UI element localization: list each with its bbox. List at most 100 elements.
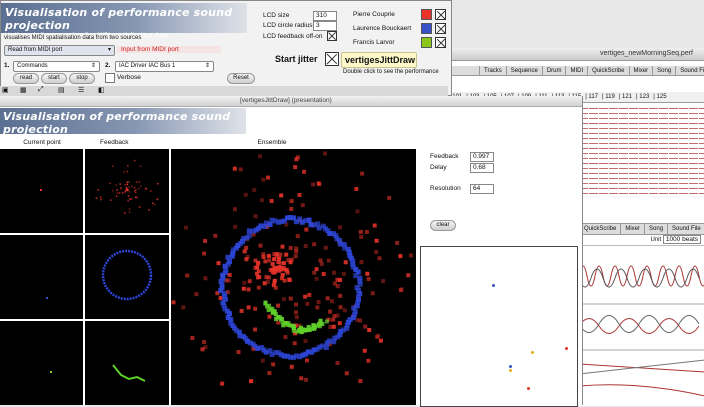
verbose-checkbox[interactable] <box>105 73 115 83</box>
resolution-param-field[interactable]: 64 <box>470 184 494 194</box>
control-banner-title: Visualisation of performance sound proje… <box>5 6 233 32</box>
performer-name-1: Pierre Couprie <box>353 11 395 18</box>
chevron-down-icon: ▾ <box>107 47 111 53</box>
daw-unit-bar: Unit 1000 beats <box>579 235 704 246</box>
ruler-tick: | 117 <box>585 94 598 100</box>
feedback-ring-blue <box>101 249 153 301</box>
lcd-radius-field[interactable]: 3 <box>313 21 337 31</box>
source-label: Input from MIDI port <box>117 46 221 53</box>
reset-button[interactable]: Reset <box>227 73 255 84</box>
daw-tab[interactable]: Drum <box>541 66 566 75</box>
ruler-tick: | 125 <box>653 94 667 100</box>
ruler-tick: | 119 <box>602 94 615 100</box>
daw-titlebar: vertiges_newMorningSeq.perf <box>449 48 704 61</box>
row1-number: 1. <box>4 62 10 69</box>
performer-color-3[interactable] <box>421 37 432 48</box>
presentation-titlebar: [vertigesJittDraw] (presentation) <box>0 96 582 107</box>
delay-param-label: Delay <box>430 164 447 171</box>
delay-param-field[interactable]: 0.68 <box>470 163 494 173</box>
row1-select-value: Commands <box>17 63 48 69</box>
feedback-panel-2 <box>85 235 169 319</box>
ruler-tick: | 123 <box>636 94 650 100</box>
feedback-panel-1 <box>85 149 169 233</box>
daw-title: vertiges_newMorningSeq.perf <box>600 50 693 57</box>
beats-field[interactable]: 1000 beats <box>662 235 701 244</box>
presentation-title: [vertigesJittDraw] (presentation) <box>240 97 332 104</box>
patch-name-button[interactable]: vertigesJittDraw <box>341 52 417 68</box>
col-current-label: Current point <box>23 139 61 146</box>
unit-label: Unit <box>650 237 662 243</box>
daw-region-grid <box>579 104 704 198</box>
patch-name: vertigesJittDraw <box>345 55 416 65</box>
performer-name-3: Francis Larvor <box>353 39 395 46</box>
feedback-param-label: Feedback <box>430 153 459 160</box>
daw-tab[interactable]: QuickScribe <box>587 66 628 75</box>
current-point-panel-2 <box>0 235 83 319</box>
performer-color-1[interactable] <box>421 9 432 20</box>
daw-lower-tab[interactable]: Sound File <box>667 224 704 234</box>
lcd-feedback-label: LCD feedback off-on <box>263 33 323 40</box>
row2-select[interactable]: IAC Driver IAC Bus 1 ⇕ <box>115 61 214 72</box>
control-description: visualises MIDI spatialisation data from… <box>4 35 142 41</box>
start-button[interactable]: start <box>41 73 67 84</box>
ensemble-panel <box>171 149 425 405</box>
daw-tab[interactable]: Song <box>652 66 675 75</box>
scatter-box <box>420 246 578 407</box>
ruler-tick: | 121 <box>618 94 633 100</box>
feedback-scatter-red <box>95 159 159 214</box>
daw-lower-tab[interactable]: Song <box>644 224 667 234</box>
performer-toggle-2[interactable] <box>435 23 446 34</box>
list-icon[interactable]: ☰ <box>78 86 84 94</box>
daw-tab[interactable]: Mixer <box>628 66 653 75</box>
stepper-icon: ⇕ <box>90 63 96 69</box>
daw-waveforms <box>579 246 704 406</box>
presentation-banner-title: Visualisation of performance sound proje… <box>3 110 231 136</box>
presentation-window: [vertigesJittDraw] (presentation) Visual… <box>0 96 583 407</box>
col-feedback-label: Feedback <box>100 139 129 146</box>
daw-tab[interactable]: Sound File <box>675 66 704 75</box>
daw-lower-tab[interactable]: Mixer <box>620 224 644 234</box>
presentation-banner: Visualisation of performance sound proje… <box>0 108 246 143</box>
lcd-radius-label: LCD circle radius <box>263 22 313 29</box>
feedback-param-field[interactable]: 0.997 <box>470 152 494 162</box>
verbose-label: Verbose <box>117 74 141 81</box>
current-point-panel-1 <box>0 149 83 233</box>
feedback-trail-green <box>112 364 146 382</box>
expand-icon[interactable]: ⤢ <box>38 86 44 94</box>
lock-icon[interactable]: ▣ <box>2 86 9 94</box>
current-point-panel-3 <box>0 321 83 405</box>
daw-lower-pane: QuickScribe Mixer Song Sound File Unit 1000… <box>579 223 704 406</box>
lcd-size-field[interactable]: 310 <box>313 11 337 21</box>
performer-toggle-3[interactable] <box>435 37 446 48</box>
control-banner: Visualisation of performance sound proje… <box>1 3 247 39</box>
grid-icon[interactable]: ▦ <box>20 86 27 94</box>
source-select-value: Read from MIDI port <box>8 47 63 53</box>
daw-lower-tab-bar: QuickScribe Mixer Song Sound File <box>579 224 704 235</box>
source-select[interactable]: Read from MIDI port ▾ <box>4 45 115 56</box>
start-jitter-toggle[interactable] <box>325 52 339 66</box>
daw-lower-tab[interactable]: QuickScribe <box>579 224 620 234</box>
save-icon[interactable]: ▤ <box>58 86 65 94</box>
row2-number: 2. <box>105 62 111 69</box>
resolution-param-label: Resolution <box>430 185 461 192</box>
ensemble-visualisation <box>171 151 425 386</box>
col-ensemble-label: Ensemble <box>257 139 287 146</box>
daw-tab[interactable]: Sequence <box>505 66 542 75</box>
stepper-icon: ⇕ <box>204 63 210 69</box>
daw-tab-bar: Tracks Sequence Drum MIDI QuickScribe Mixer So… <box>449 66 704 76</box>
control-window: Visualisation of performance sound proje… <box>0 0 452 96</box>
row1-select[interactable]: Commands ⇕ <box>13 61 100 72</box>
camera-icon[interactable]: ◧ <box>98 86 105 94</box>
clear-button[interactable]: clear <box>430 220 456 231</box>
performer-color-2[interactable] <box>421 23 432 34</box>
daw-tab[interactable]: Tracks <box>479 66 506 75</box>
daw-tab[interactable]: MIDI <box>565 66 587 75</box>
read-button[interactable]: read <box>13 73 39 84</box>
row2-select-value: IAC Driver IAC Bus 1 <box>119 63 176 69</box>
lcd-feedback-toggle[interactable] <box>327 31 337 41</box>
performer-name-2: Laurence Bouckaert <box>353 25 412 32</box>
feedback-panel-3 <box>85 321 169 405</box>
performer-toggle-1[interactable] <box>435 9 446 20</box>
patch-hint: Double click to see the performance <box>343 69 439 75</box>
stop-button[interactable]: stop <box>69 73 95 84</box>
